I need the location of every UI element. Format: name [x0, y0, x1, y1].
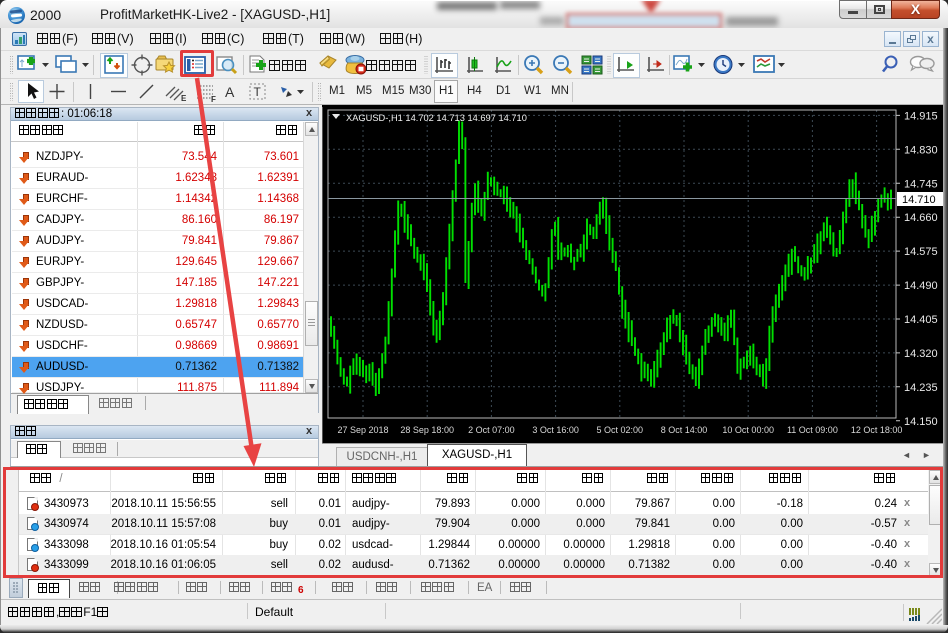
svg-text:11 Oct 09:00: 11 Oct 09:00 — [787, 425, 838, 435]
svg-text:10 Oct 00:00: 10 Oct 00:00 — [722, 425, 774, 435]
svg-text:27 Sep 2018: 27 Sep 2018 — [337, 425, 388, 435]
svg-text:14.405: 14.405 — [904, 314, 938, 326]
svg-text:14.710: 14.710 — [902, 194, 936, 206]
svg-text:T: T — [254, 85, 262, 99]
svg-text:14.575: 14.575 — [904, 246, 938, 258]
svg-text:E: E — [181, 94, 187, 103]
svg-text:8 Oct 14:00: 8 Oct 14:00 — [661, 425, 708, 435]
svg-text:XAGUSD-,H1 14.702 14.713 14.6: XAGUSD-,H1 14.702 14.713 14.697 14.710 — [346, 113, 527, 123]
svg-text:14.915: 14.915 — [904, 110, 938, 122]
svg-text:2 Oct 07:00: 2 Oct 07:00 — [468, 425, 515, 435]
svg-text:A: A — [225, 84, 235, 100]
svg-text:F: F — [211, 95, 216, 104]
svg-text:14.745: 14.745 — [904, 178, 938, 190]
svg-text:14.150: 14.150 — [904, 416, 938, 428]
svg-text:28 Sep 18:00: 28 Sep 18:00 — [400, 425, 454, 435]
svg-text:3 Oct 16:00: 3 Oct 16:00 — [532, 425, 579, 435]
svg-text:14.490: 14.490 — [904, 280, 938, 292]
svg-text:14.320: 14.320 — [904, 348, 938, 360]
svg-text:12 Oct 18:00: 12 Oct 18:00 — [851, 425, 903, 435]
svg-text:14.235: 14.235 — [904, 382, 938, 394]
svg-text:14.660: 14.660 — [904, 212, 938, 224]
svg-text:5 Oct 02:00: 5 Oct 02:00 — [597, 425, 644, 435]
svg-text:14.830: 14.830 — [904, 144, 938, 156]
